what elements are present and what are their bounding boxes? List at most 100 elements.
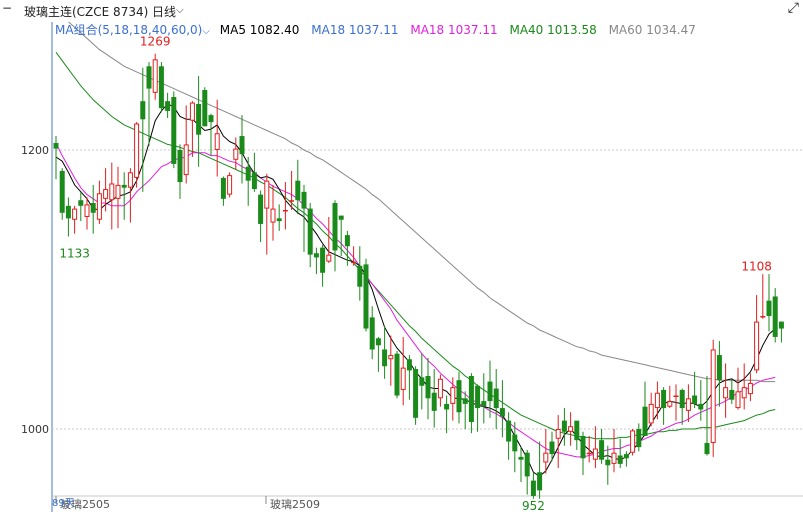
candle bbox=[704, 375, 710, 456]
candle bbox=[177, 144, 183, 199]
candle bbox=[270, 184, 276, 241]
price-annotation: 1108 bbox=[741, 259, 772, 273]
candle-body bbox=[375, 338, 381, 346]
candle-layer bbox=[53, 53, 784, 499]
candle bbox=[307, 203, 313, 268]
ma40-value: MA40 1013.58 bbox=[509, 23, 597, 37]
candle-body bbox=[127, 172, 133, 188]
candle bbox=[369, 306, 375, 360]
candle-body bbox=[282, 209, 288, 212]
candle-body bbox=[134, 123, 140, 178]
candle bbox=[103, 168, 109, 212]
candle-body bbox=[388, 355, 394, 360]
candle bbox=[456, 371, 462, 424]
candle bbox=[72, 205, 78, 234]
candle-body bbox=[512, 434, 518, 452]
candle-body bbox=[59, 170, 65, 213]
candle bbox=[227, 172, 233, 198]
candle-body bbox=[251, 172, 257, 190]
candle-body bbox=[326, 254, 332, 262]
candle bbox=[518, 447, 524, 483]
candle-body bbox=[698, 403, 704, 410]
candle bbox=[115, 166, 121, 229]
candle bbox=[357, 246, 363, 301]
candle-body bbox=[413, 369, 419, 418]
candle bbox=[630, 429, 636, 456]
candle-body bbox=[710, 349, 716, 443]
candle bbox=[158, 62, 164, 113]
instrument-title: 玻璃主连(CZCE 8734) bbox=[24, 5, 149, 19]
candle bbox=[165, 92, 171, 118]
candle bbox=[468, 373, 474, 434]
candle-body bbox=[227, 175, 233, 195]
x-tick-label: 玻璃2509 bbox=[270, 497, 320, 511]
candle bbox=[295, 159, 301, 215]
candle-body bbox=[537, 472, 543, 491]
candle-body bbox=[592, 448, 598, 460]
candle bbox=[413, 366, 419, 425]
candle-body bbox=[419, 377, 425, 386]
candle-body bbox=[239, 136, 245, 155]
candle-body bbox=[165, 101, 171, 111]
candle-body bbox=[568, 426, 574, 432]
candle bbox=[524, 449, 530, 495]
candle bbox=[555, 415, 561, 469]
candle-body bbox=[177, 150, 183, 183]
ma60-line bbox=[55, 10, 776, 383]
minus-icon[interactable]: − bbox=[2, 1, 12, 15]
candle-body bbox=[369, 317, 375, 350]
candle bbox=[363, 258, 369, 332]
candle-body bbox=[171, 96, 177, 164]
candle bbox=[251, 152, 257, 192]
candle-body bbox=[468, 375, 474, 423]
candle-body bbox=[630, 430, 636, 453]
candle-body bbox=[425, 375, 431, 399]
candle bbox=[512, 422, 518, 473]
candle-body bbox=[121, 184, 127, 188]
candle-body bbox=[574, 420, 580, 441]
candle bbox=[475, 384, 481, 432]
candle-body bbox=[450, 387, 456, 404]
grid-layer: 12001000玻璃2505 玻璃250989天 bbox=[21, 22, 803, 512]
candle-body bbox=[382, 349, 388, 367]
period-label[interactable]: 日线 bbox=[152, 3, 176, 20]
fullscreen-icon[interactable]: ⤢ bbox=[788, 0, 799, 16]
candle-body bbox=[394, 353, 400, 396]
candle bbox=[127, 168, 133, 223]
candle-body bbox=[270, 208, 276, 223]
ma-group-label[interactable]: MA组合(5,18,18,40,60,0) bbox=[55, 23, 202, 37]
candle-body bbox=[549, 441, 555, 455]
candle bbox=[605, 445, 611, 485]
candle-body bbox=[320, 247, 326, 273]
candle-body bbox=[196, 103, 202, 135]
candle bbox=[78, 191, 84, 222]
candle bbox=[431, 369, 437, 428]
candle-body bbox=[462, 398, 468, 404]
candle-body bbox=[481, 401, 487, 407]
candle bbox=[208, 113, 214, 156]
candle bbox=[320, 244, 326, 287]
candle bbox=[537, 441, 543, 499]
candle-body bbox=[233, 148, 239, 160]
candle-body bbox=[65, 205, 71, 219]
candle-body bbox=[723, 387, 729, 399]
candle bbox=[685, 384, 691, 423]
candle-body bbox=[530, 480, 536, 496]
chevron-down-icon[interactable]: ⌵ bbox=[176, 5, 184, 16]
candle bbox=[202, 87, 208, 127]
y-tick-label: 1200 bbox=[21, 144, 49, 157]
candle bbox=[264, 173, 270, 255]
candle bbox=[561, 408, 567, 446]
chevron-down-icon[interactable]: ⌵ bbox=[202, 26, 210, 37]
candle bbox=[543, 429, 549, 474]
candle bbox=[245, 156, 251, 206]
candle-body bbox=[53, 143, 59, 149]
candle-body bbox=[84, 204, 90, 217]
candle bbox=[214, 99, 220, 177]
candle bbox=[574, 420, 580, 450]
candle-body bbox=[642, 406, 648, 436]
ma5-value: MA5 1082.40 bbox=[219, 23, 300, 37]
candle bbox=[183, 105, 189, 184]
candle bbox=[772, 288, 778, 343]
candle-body bbox=[599, 440, 605, 460]
